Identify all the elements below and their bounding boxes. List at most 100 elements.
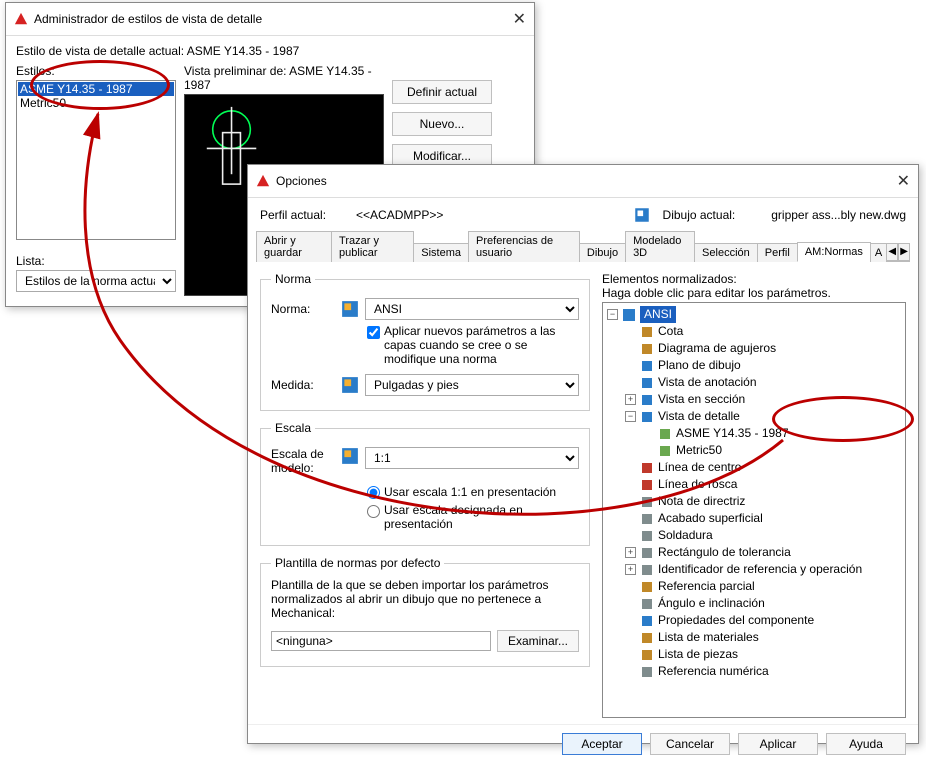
scale-radio-1-label: Usar escala 1:1 en presentación	[384, 485, 556, 499]
node-icon	[640, 546, 654, 560]
help-button[interactable]: Ayuda	[826, 733, 906, 755]
template-path-input[interactable]	[271, 631, 491, 651]
tree-node-label: Referencia parcial	[658, 578, 755, 595]
tree-node-n9[interactable]: Soldadura	[607, 527, 901, 544]
expand-icon[interactable]: +	[625, 394, 636, 405]
tree-node-n5[interactable]: Línea de centro	[607, 459, 901, 476]
tree-node-label: Vista de anotación	[658, 374, 757, 391]
tab-system[interactable]: Sistema	[413, 243, 469, 262]
measure-select[interactable]: Pulgadas y pies	[365, 374, 579, 396]
drawing-value: gripper ass...bly new.dwg	[771, 208, 906, 222]
tree-node-n11[interactable]: + Identificador de referencia y operación	[607, 561, 901, 578]
apply-params-checkbox[interactable]	[367, 326, 380, 339]
model-scale-select[interactable]: 1:1	[365, 447, 579, 469]
tree-node-n12[interactable]: Referencia parcial	[607, 578, 901, 595]
node-icon	[640, 648, 654, 662]
tab-am-standards[interactable]: AM:Normas	[797, 242, 871, 262]
tree-node-n0[interactable]: Cota	[607, 323, 901, 340]
new-button[interactable]: Nuevo...	[392, 112, 492, 136]
tree-node-n16[interactable]: Lista de piezas	[607, 646, 901, 663]
tree-node-n15[interactable]: Lista de materiales	[607, 629, 901, 646]
list-filter-select[interactable]: Estilos de la norma actual	[16, 270, 176, 292]
tab-user-pref[interactable]: Preferencias de usuario	[468, 231, 580, 262]
standard-root-icon	[622, 308, 636, 322]
expand-icon[interactable]: −	[625, 411, 636, 422]
scale-radio-2[interactable]	[367, 505, 380, 518]
tree-node-label: Plano de dibujo	[658, 357, 741, 374]
tree-node-label: Identificador de referencia y operación	[658, 561, 862, 578]
style-manager-titlebar: Administrador de estilos de vista de det…	[6, 3, 534, 36]
tree-node-n10[interactable]: + Rectángulo de tolerancia	[607, 544, 901, 561]
tree-node-label: ASME Y14.35 - 1987	[676, 425, 789, 442]
scale-fieldset: Escala Escala de modelo: 1:1 Usar escala…	[260, 421, 590, 546]
tab-profile[interactable]: Perfil	[757, 243, 798, 262]
set-current-button[interactable]: Definir actual	[392, 80, 492, 104]
node-icon	[658, 444, 672, 458]
node-icon	[640, 376, 654, 390]
expand-icon[interactable]: +	[625, 547, 636, 558]
profile-label: Perfil actual:	[260, 208, 326, 222]
tree-node-n14[interactable]: Propiedades del componente	[607, 612, 901, 629]
tree-node-label: Cota	[658, 323, 683, 340]
tree-node-n17[interactable]: Referencia numérica	[607, 663, 901, 680]
options-title: Opciones	[276, 174, 327, 188]
node-icon	[658, 427, 672, 441]
expand-icon[interactable]: +	[625, 564, 636, 575]
scale-legend: Escala	[271, 421, 315, 435]
app-logo-icon	[256, 174, 270, 188]
tree-node-label: Línea de rosca	[658, 476, 737, 493]
scale-radio-1[interactable]	[367, 486, 380, 499]
tab-drafting[interactable]: Dibujo	[579, 243, 626, 262]
node-icon	[640, 410, 654, 424]
tree-node-n8[interactable]: Acabado superficial	[607, 510, 901, 527]
tab-3d[interactable]: Modelado 3D	[625, 231, 695, 262]
tab-open-save[interactable]: Abrir y guardar	[256, 231, 332, 262]
tree-root[interactable]: − ANSI	[607, 306, 901, 323]
tab-selection[interactable]: Selección	[694, 243, 758, 262]
drawing-label: Dibujo actual:	[663, 208, 736, 222]
tree-node-detail-child[interactable]: Metric50	[607, 442, 901, 459]
ok-button[interactable]: Aceptar	[562, 733, 642, 755]
template-legend: Plantilla de normas por defecto	[271, 556, 444, 570]
tree-node-n7[interactable]: Nota de directriz	[607, 493, 901, 510]
options-titlebar: Opciones ✕	[248, 165, 918, 198]
close-icon[interactable]: ✕	[897, 171, 910, 191]
tree-node-label: Nota de directriz	[658, 493, 745, 510]
tree-node-n2[interactable]: Plano de dibujo	[607, 357, 901, 374]
tree-node-n6[interactable]: Línea de rosca	[607, 476, 901, 493]
std-elements-tree[interactable]: − ANSI CotaDiagrama de agujerosPlano de …	[602, 302, 906, 718]
node-icon	[640, 597, 654, 611]
node-icon	[640, 614, 654, 628]
tab-scroll-left-icon[interactable]: ◀	[886, 243, 898, 261]
node-icon	[640, 665, 654, 679]
tree-node-label: Referencia numérica	[658, 663, 769, 680]
apply-button[interactable]: Aplicar	[738, 733, 818, 755]
template-fieldset: Plantilla de normas por defecto Plantill…	[260, 556, 590, 667]
tree-node-label: Metric50	[676, 442, 722, 459]
close-icon[interactable]: ✕	[513, 9, 526, 29]
tree-node-label: Ángulo e inclinación	[658, 595, 765, 612]
node-icon	[640, 631, 654, 645]
std-elements-header: Elementos normalizados:	[602, 272, 906, 286]
tab-scroll-right-icon[interactable]: ▶	[898, 243, 910, 261]
standard-icon	[341, 300, 359, 318]
browse-button[interactable]: Examinar...	[497, 630, 579, 652]
template-desc: Plantilla de la que se deben importar lo…	[271, 578, 579, 620]
tree-node-label: Lista de piezas	[658, 646, 738, 663]
tab-plot[interactable]: Trazar y publicar	[331, 231, 414, 262]
node-icon	[640, 325, 654, 339]
scale-icon	[341, 447, 359, 465]
standard-select[interactable]: ANSI	[365, 298, 579, 320]
tree-node-n13[interactable]: Ángulo e inclinación	[607, 595, 901, 612]
node-icon	[640, 393, 654, 407]
tree-node-n1[interactable]: Diagrama de agujeros	[607, 340, 901, 357]
model-scale-label: Escala de modelo:	[271, 447, 341, 475]
collapse-icon[interactable]: −	[607, 309, 618, 320]
tree-node-label: Diagrama de agujeros	[658, 340, 776, 357]
tab-truncated[interactable]: A	[870, 243, 887, 262]
cancel-button[interactable]: Cancelar	[650, 733, 730, 755]
options-window: Opciones ✕ Perfil actual: <<ACADMPP>> Di…	[247, 164, 919, 744]
tree-node-label: Rectángulo de tolerancia	[658, 544, 791, 561]
tree-node-n3[interactable]: Vista de anotación	[607, 374, 901, 391]
tree-root-label: ANSI	[640, 306, 676, 323]
